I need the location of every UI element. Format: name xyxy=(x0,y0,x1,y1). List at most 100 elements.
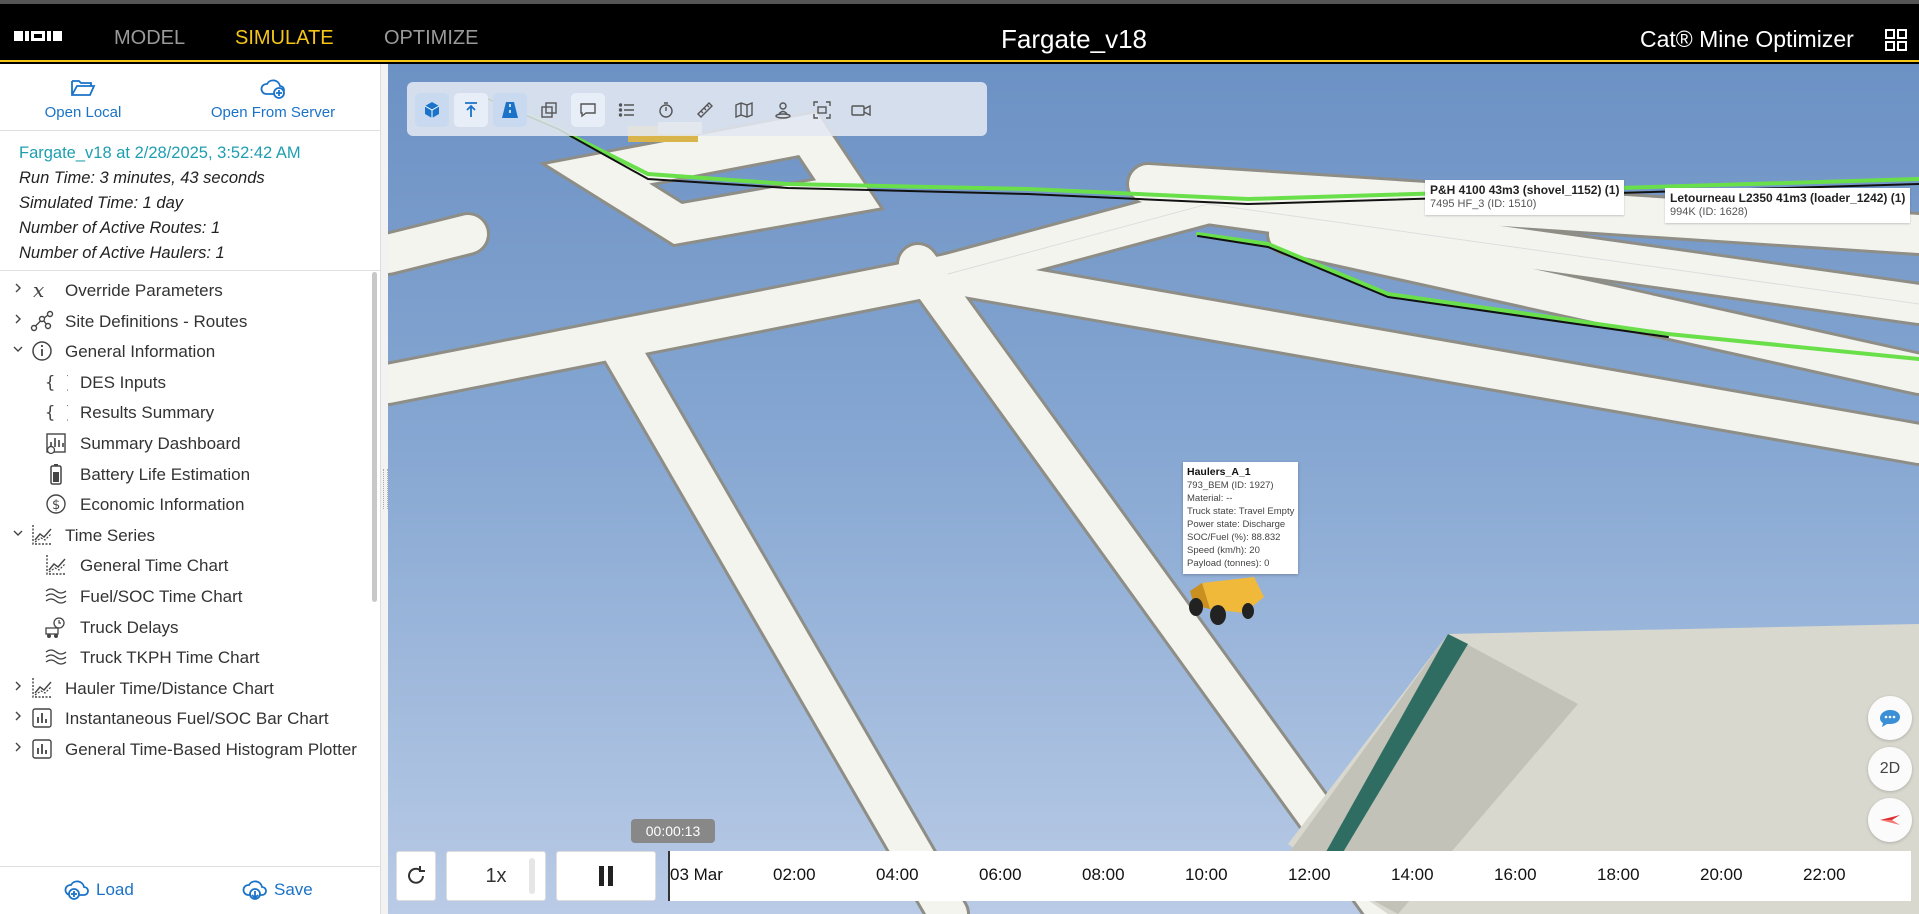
tab-model[interactable]: MODEL xyxy=(114,27,185,50)
layers-icon[interactable] xyxy=(532,93,566,127)
timeline-tick: 16:00 xyxy=(1494,865,1537,884)
braces-icon: { } xyxy=(45,373,68,393)
braces-icon: { } xyxy=(45,403,68,423)
tree-item-label: Economic Information xyxy=(80,495,245,515)
simulation-info: Fargate_v18 at 2/28/2025, 3:52:42 AM Run… xyxy=(19,141,369,266)
load-label: Load xyxy=(96,880,134,899)
timeline-track[interactable]: 03 Mar 02:00 04:00 06:00 08:00 10:00 12:00 14:0… xyxy=(668,851,1911,901)
timeline-tick: 03 Mar xyxy=(670,865,723,884)
list-icon[interactable] xyxy=(610,93,644,127)
road-icon[interactable] xyxy=(493,93,527,127)
hauler-payload: Payload (tonnes): 0 xyxy=(1187,558,1270,569)
speed-selector[interactable]: 1x xyxy=(446,851,546,901)
pause-button[interactable] xyxy=(556,851,656,901)
save-label: Save xyxy=(274,880,313,899)
timeline-tick: 14:00 xyxy=(1391,865,1434,884)
bar-chart-icon xyxy=(32,708,52,729)
chevron-right-icon[interactable] xyxy=(13,711,23,721)
cloud-add-icon xyxy=(64,880,89,900)
fit-screen-icon[interactable] xyxy=(805,93,839,127)
pause-icon xyxy=(599,866,613,886)
hauler-speed: Speed (km/h): 20 xyxy=(1187,545,1260,556)
line-chart-icon xyxy=(32,524,52,545)
view-mode-2d-button[interactable]: 2D xyxy=(1868,747,1912,791)
open-server-button[interactable]: Open From Server xyxy=(210,76,336,121)
chevron-right-icon[interactable] xyxy=(13,283,23,293)
timeline-tick: 18:00 xyxy=(1597,865,1640,884)
shovel-label[interactable]: P&H 4100 43m3 (shovel_1152) (1) 7495 HF_… xyxy=(1425,180,1625,215)
open-local-button[interactable]: Open Local xyxy=(44,76,122,121)
bar-chart-icon xyxy=(32,739,52,759)
comment-icon[interactable] xyxy=(571,93,605,127)
hauler-truck-state: Truck state: Travel Empty xyxy=(1187,506,1295,517)
tree-scrollbar[interactable] xyxy=(372,272,377,602)
time-cursor[interactable] xyxy=(668,851,670,901)
route-nodes-icon xyxy=(30,310,54,331)
tree-item-label: Truck Delays xyxy=(80,617,179,637)
view-toolbar xyxy=(407,82,987,136)
compass-icon[interactable] xyxy=(1868,798,1912,842)
simulation-title: Fargate_v18 at 2/28/2025, 3:52:42 AM xyxy=(19,144,301,162)
camera-icon[interactable] xyxy=(844,93,878,127)
load-button[interactable]: Load xyxy=(64,879,134,901)
chevron-down-icon[interactable] xyxy=(13,344,23,354)
speed-value: 1x xyxy=(485,864,507,887)
chevron-right-icon[interactable] xyxy=(13,314,23,324)
loader-label-title: Letourneau L2350 41m3 (loader_1242) (1) xyxy=(1670,191,1906,205)
open-local-label: Open Local xyxy=(44,104,122,121)
save-button[interactable]: Save xyxy=(242,879,313,901)
chat-icon[interactable] xyxy=(1868,696,1912,740)
reset-button[interactable] xyxy=(396,851,436,901)
chevron-right-icon[interactable] xyxy=(13,681,23,691)
map-icon[interactable] xyxy=(727,93,761,127)
line-chart-icon xyxy=(46,555,66,576)
timeline-tick: 12:00 xyxy=(1288,865,1331,884)
svg-text:{ }: { } xyxy=(45,373,68,393)
tree-item-label: Time Series xyxy=(65,525,156,545)
chevron-right-icon[interactable] xyxy=(13,742,23,752)
dollar-icon: $ xyxy=(46,494,66,514)
timeline-tick: 06:00 xyxy=(979,865,1022,884)
info-icon xyxy=(32,341,52,361)
tree-item-label: Instantaneous Fuel/SOC Bar Chart xyxy=(65,709,329,729)
panel-splitter[interactable] xyxy=(381,64,388,914)
loader-label[interactable]: Letourneau L2350 41m3 (loader_1242) (1) … xyxy=(1665,188,1911,223)
apps-grid-icon[interactable] xyxy=(1884,28,1908,52)
tab-optimize[interactable]: OPTIMIZE xyxy=(384,27,478,50)
tree-item-label: General Time Chart xyxy=(80,556,229,576)
chevron-down-icon[interactable] xyxy=(13,528,23,538)
wave-chart-icon xyxy=(45,649,67,665)
tree-item-label: Fuel/SOC Time Chart xyxy=(80,587,243,606)
tree-item-label: Site Definitions - Routes xyxy=(65,311,248,331)
tree-item-general-time-based-histogram-plotter[interactable]: General Time-Based Histogram Plotter xyxy=(0,731,372,767)
ruler-icon[interactable] xyxy=(688,93,722,127)
bottom-actions: Load Save xyxy=(0,866,380,914)
battery-icon xyxy=(50,463,62,485)
tree-item-label: DES Inputs xyxy=(80,372,166,392)
stopwatch-icon[interactable] xyxy=(649,93,683,127)
svg-text:x: x xyxy=(33,278,44,302)
current-time-badge: 00:00:13 xyxy=(631,819,715,843)
timeline-tick: 10:00 xyxy=(1185,865,1228,884)
shovel-label-sub: 7495 HF_3 (ID: 1510) xyxy=(1430,198,1537,210)
line-chart-icon xyxy=(32,677,52,698)
top-bar: MODEL SIMULATE OPTIMIZE Fargate_v18 Cat®… xyxy=(0,4,1919,68)
hauler-popup[interactable]: Haulers_A_1 793_BEM (ID: 1927) Material:… xyxy=(1183,462,1299,574)
timeline-tick: 02:00 xyxy=(773,865,816,884)
tree-item-label: Battery Life Estimation xyxy=(80,464,251,484)
tab-simulate[interactable]: SIMULATE xyxy=(235,27,334,68)
speed-slider-handle[interactable] xyxy=(529,858,535,894)
top-view-icon[interactable] xyxy=(454,93,488,127)
truck-delay-icon xyxy=(45,616,65,638)
haul-truck-model[interactable] xyxy=(1184,569,1266,625)
app-logo xyxy=(14,31,62,41)
cloud-add-icon xyxy=(260,79,285,99)
person-pin-icon[interactable] xyxy=(766,93,800,127)
3d-cube-icon[interactable] xyxy=(415,93,449,127)
svg-text:$: $ xyxy=(52,498,60,513)
hauler-name: Haulers_A_1 xyxy=(1187,466,1251,478)
hauler-model: 793_BEM (ID: 1927) xyxy=(1187,480,1274,491)
3d-viewport[interactable]: P&H 4100 43m3 (shovel_1152) (1) 7495 HF_… xyxy=(388,64,1919,914)
active-routes: Number of Active Routes: 1 xyxy=(19,219,221,237)
dashboard-icon xyxy=(46,433,66,455)
